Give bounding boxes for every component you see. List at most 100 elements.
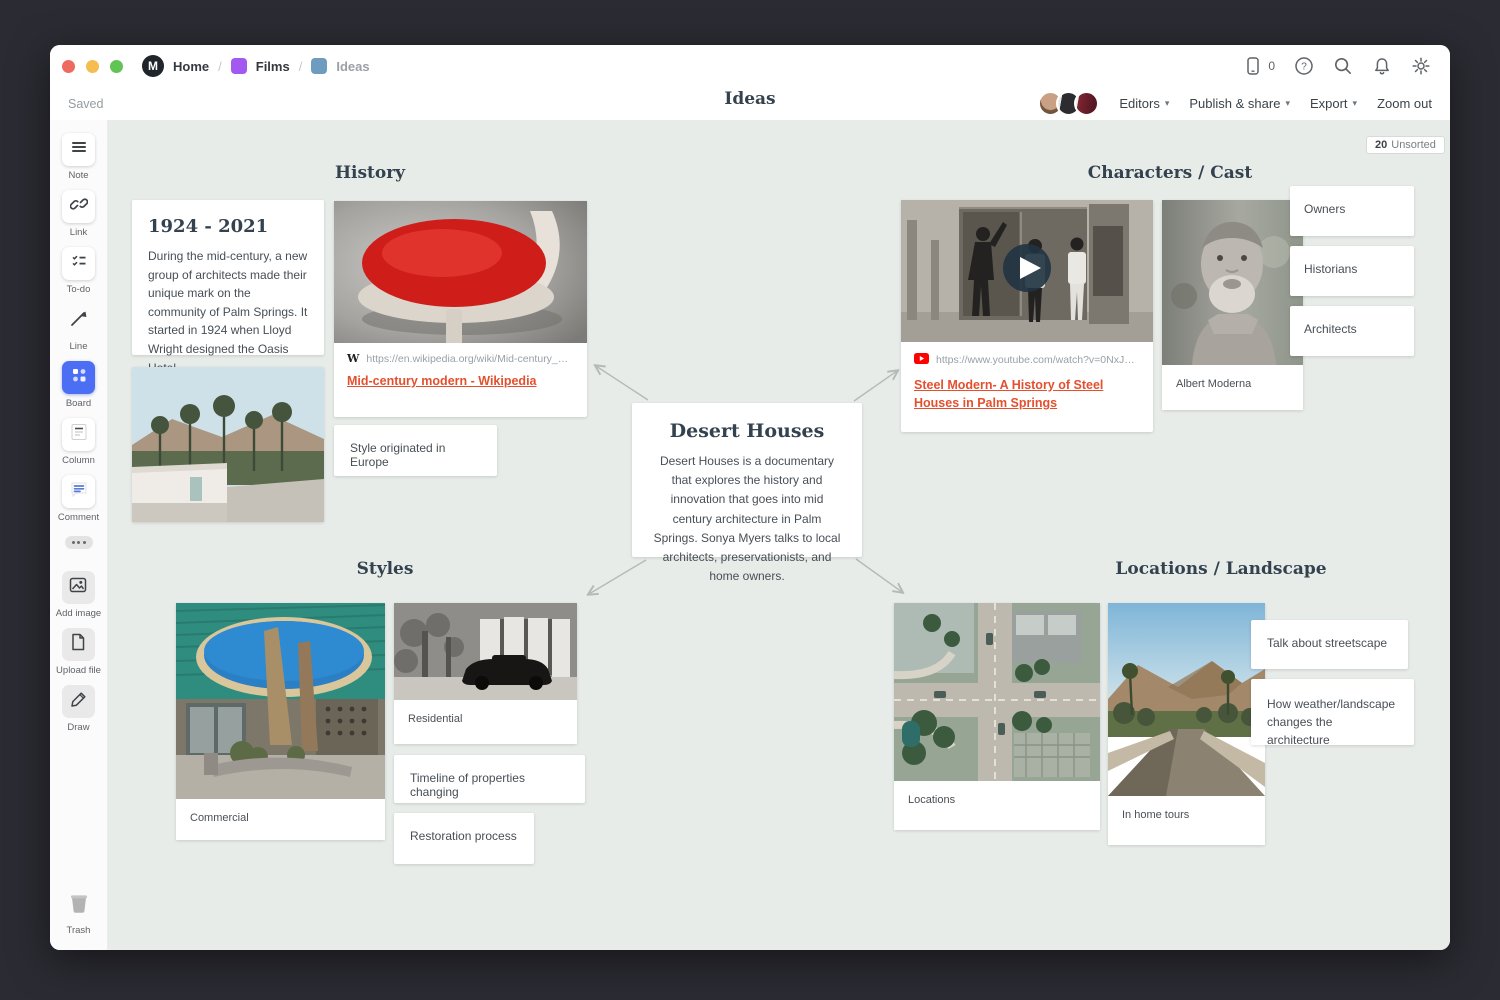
note-body: During the mid-century, a new group of a… xyxy=(148,247,308,377)
close-window-button[interactable] xyxy=(62,60,75,73)
section-title-styles[interactable]: Styles xyxy=(357,559,414,579)
portrait-image xyxy=(1162,200,1303,365)
breadcrumb: Home / Films / Ideas xyxy=(173,58,370,74)
save-status: Saved xyxy=(68,97,103,111)
tool-todo[interactable]: To-do xyxy=(62,247,95,295)
editor-avatars[interactable] xyxy=(1038,91,1099,116)
search-icon[interactable] xyxy=(1333,56,1353,76)
link-url: https://en.wikipedia.org/wiki/Mid-centur… xyxy=(366,353,574,365)
image-caption: Albert Moderna xyxy=(1162,365,1303,410)
window-controls xyxy=(62,60,123,73)
mobile-device-icon[interactable] xyxy=(1244,56,1262,76)
image-caption: In home tours xyxy=(1108,796,1265,845)
column-icon xyxy=(69,422,89,447)
breadcrumb-separator: / xyxy=(218,59,222,74)
tool-comment[interactable]: Comment xyxy=(58,475,99,523)
films-board-icon[interactable] xyxy=(231,58,247,74)
wikipedia-link[interactable]: Mid-century modern - Wikipedia xyxy=(334,367,587,403)
svg-text:?: ? xyxy=(1301,62,1307,73)
aerial-intersection-image xyxy=(894,603,1100,781)
chevron-down-icon: ▾ xyxy=(1285,98,1290,109)
page-title: Ideas xyxy=(724,89,775,109)
image-caption: Commercial xyxy=(176,799,385,840)
zoom-out-button[interactable]: Zoom out xyxy=(1377,96,1432,111)
tool-draw[interactable]: Draw xyxy=(62,685,95,733)
palm-street-image xyxy=(132,367,324,522)
image-card-residential[interactable]: Residential xyxy=(394,603,577,744)
note-card-desert-houses[interactable]: Desert Houses Desert Houses is a documen… xyxy=(632,403,862,557)
note-title: Desert Houses xyxy=(650,420,844,442)
connector-line[interactable] xyxy=(589,560,646,594)
youtube-link[interactable]: Steel Modern- A History of Steel Houses … xyxy=(901,371,1145,425)
add-image-icon xyxy=(68,575,88,600)
street-mountain-image xyxy=(1108,603,1265,796)
tool-note[interactable]: Note xyxy=(62,133,95,181)
note-card-1924[interactable]: 1924 - 2021 During the mid-century, a ne… xyxy=(132,200,324,355)
tool-link[interactable]: Link xyxy=(62,190,95,238)
unsorted-badge[interactable]: 20Unsorted xyxy=(1366,136,1445,154)
image-card-home-tours[interactable]: In home tours xyxy=(1108,603,1265,845)
note-body: Desert Houses is a documentary that expl… xyxy=(650,452,844,586)
youtube-favicon xyxy=(914,351,929,369)
connector-line[interactable] xyxy=(856,559,902,592)
connector-line[interactable] xyxy=(596,366,648,400)
image-card-locations[interactable]: Locations xyxy=(894,603,1100,830)
notifications-bell-icon[interactable] xyxy=(1372,56,1392,76)
note-card-weather[interactable]: How weather/landscape changes the archit… xyxy=(1251,679,1414,745)
tool-board[interactable]: Board xyxy=(62,361,95,409)
section-title-characters[interactable]: Characters / Cast xyxy=(1088,163,1252,183)
tool-add-image[interactable]: Add image xyxy=(56,571,101,619)
section-title-history[interactable]: History xyxy=(335,163,405,183)
note-card-timeline[interactable]: Timeline of properties changing xyxy=(394,755,585,803)
settings-gear-icon[interactable] xyxy=(1411,56,1431,76)
milanote-logo-icon[interactable]: M xyxy=(142,55,164,77)
chevron-down-icon: ▾ xyxy=(1353,98,1358,109)
ideas-board-icon[interactable] xyxy=(311,58,327,74)
draw-pencil-icon xyxy=(69,689,89,714)
note-card-owners[interactable]: Owners xyxy=(1290,186,1414,236)
link-card-youtube[interactable]: https://www.youtube.com/watch?v=0NxJ0qYn… xyxy=(901,200,1153,432)
avatar xyxy=(1074,91,1099,116)
note-card-restoration[interactable]: Restoration process xyxy=(394,813,534,864)
note-card-streetscape[interactable]: Talk about streetscape xyxy=(1251,620,1408,669)
image-card-albert-moderna[interactable]: Albert Moderna xyxy=(1162,200,1303,410)
note-card-historians[interactable]: Historians xyxy=(1290,246,1414,296)
board-icon xyxy=(70,366,88,389)
commercial-building-image xyxy=(176,603,385,799)
chair-image xyxy=(334,201,587,343)
more-tools-button[interactable] xyxy=(65,536,93,549)
help-icon[interactable]: ? xyxy=(1294,56,1314,76)
chevron-down-icon: ▾ xyxy=(1165,98,1170,109)
breadcrumb-home[interactable]: Home xyxy=(173,59,209,74)
image-card-commercial[interactable]: Commercial xyxy=(176,603,385,840)
tool-line[interactable]: Line xyxy=(62,304,95,352)
link-card-wikipedia[interactable]: W https://en.wikipedia.org/wiki/Mid-cent… xyxy=(334,201,587,417)
publish-share-menu-button[interactable]: Publish & share▾ xyxy=(1189,96,1290,111)
image-card-palm-street[interactable] xyxy=(132,367,324,522)
tool-column[interactable]: Column xyxy=(62,418,95,466)
trash-icon xyxy=(66,890,92,921)
editors-menu-button[interactable]: Editors▾ xyxy=(1119,96,1169,111)
note-card-architects[interactable]: Architects xyxy=(1290,306,1414,356)
trash-dropzone[interactable]: Trash xyxy=(66,890,92,936)
breadcrumb-films[interactable]: Films xyxy=(256,59,290,74)
export-menu-button[interactable]: Export▾ xyxy=(1310,96,1357,111)
breadcrumb-separator: / xyxy=(299,59,303,74)
image-caption: Residential xyxy=(394,700,577,744)
note-icon xyxy=(70,138,88,161)
section-title-locations[interactable]: Locations / Landscape xyxy=(1115,559,1326,579)
app-window: M Home / Films / Ideas 0 ? xyxy=(50,45,1450,950)
note-card-style-europe[interactable]: Style originated in Europe xyxy=(334,425,497,476)
board-canvas[interactable]: 20Unsorted History Characters / Cast Sty… xyxy=(108,120,1450,950)
tool-sidebar: Note Link To-do Line Board Column Commen… xyxy=(50,120,108,950)
maximize-window-button[interactable] xyxy=(110,60,123,73)
line-arrow-icon xyxy=(68,307,90,334)
image-caption: Locations xyxy=(894,781,1100,830)
connector-line[interactable] xyxy=(854,371,897,401)
note-title: 1924 - 2021 xyxy=(148,216,308,237)
wikipedia-favicon: W xyxy=(347,352,359,365)
upload-file-icon xyxy=(68,632,88,657)
link-icon xyxy=(70,195,88,218)
minimize-window-button[interactable] xyxy=(86,60,99,73)
tool-upload-file[interactable]: Upload file xyxy=(56,628,101,676)
